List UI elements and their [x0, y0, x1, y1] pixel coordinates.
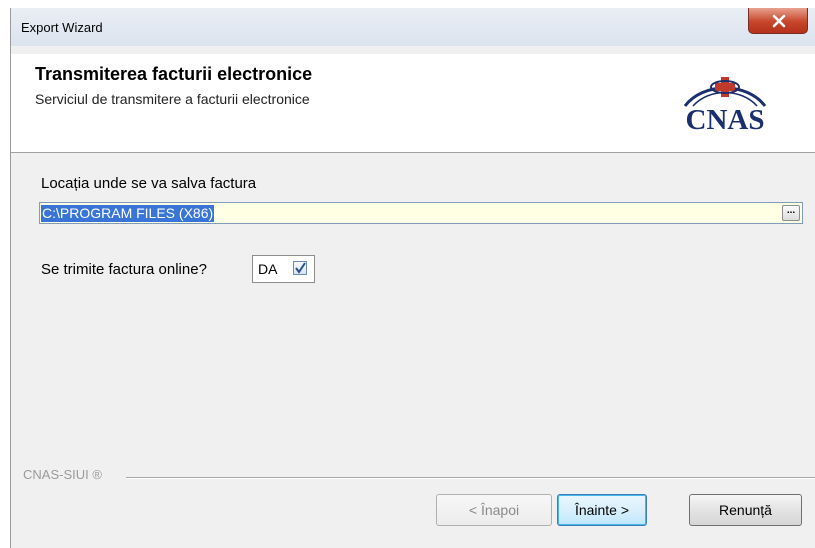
export-wizard-window: Export Wizard Transmiterea facturii elec… [10, 8, 815, 548]
close-button[interactable] [748, 8, 808, 34]
logo-text: CNAS [685, 104, 765, 136]
browse-button[interactable]: ... [782, 205, 800, 221]
location-value[interactable]: C:\PROGRAM FILES (X86) [41, 205, 215, 222]
wizard-header: Transmiterea facturii electronice Servic… [11, 54, 815, 153]
next-button[interactable]: Înainte > [557, 494, 647, 526]
online-field[interactable]: DA [252, 255, 315, 283]
close-icon [772, 14, 786, 28]
online-checkbox[interactable] [293, 261, 307, 275]
footer-divider [126, 477, 815, 479]
cancel-button[interactable]: Renunță [689, 494, 802, 526]
online-label: Se trimite factura online? [41, 261, 207, 278]
header-title: Transmiterea facturii electronice [35, 64, 313, 84]
location-input[interactable]: C:\PROGRAM FILES (X86) ... [39, 202, 803, 224]
title-bar: Export Wizard [11, 8, 815, 46]
back-button[interactable]: < Înapoi [436, 494, 552, 526]
window-title: Export Wizard [21, 20, 103, 35]
cnas-logo: CNAS [663, 76, 787, 138]
location-label: Locația unde se va salva factura [41, 175, 257, 192]
online-value: DA [258, 261, 278, 277]
header-subtitle: Serviciul de transmitere a facturii elec… [35, 91, 310, 107]
checkmark-icon [295, 262, 306, 274]
footer-brand: CNAS-SIUI ® [23, 467, 102, 482]
